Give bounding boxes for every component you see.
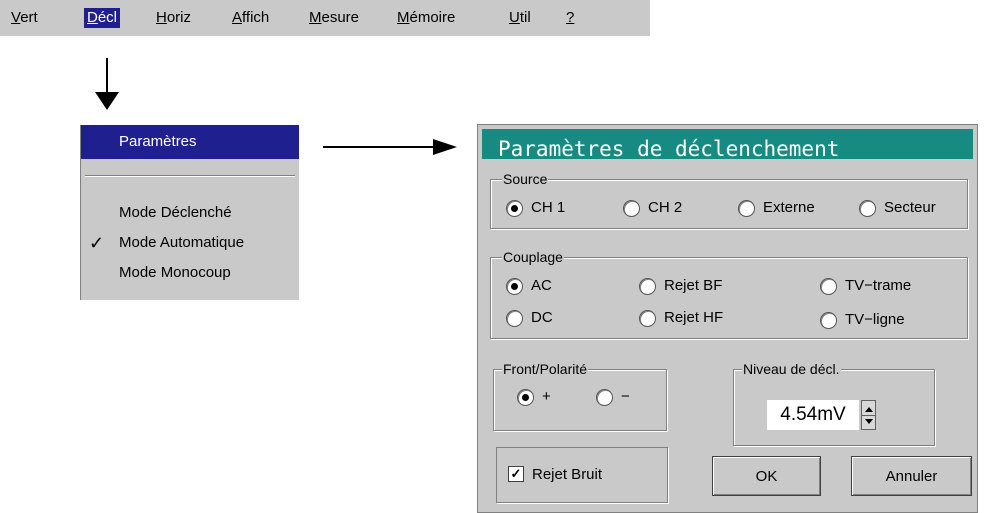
- menu-item-mode-monocoup-label: Mode Monocoup: [119, 264, 231, 281]
- spin-divider: [862, 415, 875, 416]
- radio-selected-icon: [506, 277, 523, 295]
- menu-item-mode-declenche-label: Mode Déclenché: [119, 204, 232, 221]
- radio-icon: [820, 311, 837, 329]
- radio-couplage-tv-ligne[interactable]: TV−ligne: [820, 309, 905, 331]
- radio-couplage-rejet-bf[interactable]: Rejet BF: [639, 275, 722, 297]
- radio-source-ch2[interactable]: CH 2: [623, 197, 682, 219]
- radio-couplage-tv-trame-label: TV−trame: [845, 277, 912, 294]
- menu-memoire-mnemonic: M: [397, 9, 410, 26]
- radio-couplage-tv-ligne-label: TV−ligne: [845, 311, 905, 328]
- menu-horiz[interactable]: Horiz: [153, 8, 194, 28]
- radio-couplage-ac[interactable]: AC: [506, 275, 552, 297]
- radio-icon: [596, 388, 613, 406]
- niveau-spin-button[interactable]: [861, 400, 876, 430]
- radio-front-minus-label: −: [621, 388, 630, 405]
- spin-down-icon[interactable]: [865, 419, 873, 424]
- radio-icon: [820, 277, 837, 295]
- radio-front-minus[interactable]: −: [596, 386, 630, 408]
- front-polarite-label: Front/Polarité: [502, 361, 589, 377]
- arrow-down-shaft: [106, 58, 108, 94]
- menu-item-mode-automatique-label: Mode Automatique: [119, 234, 245, 251]
- radio-couplage-tv-trame[interactable]: TV−trame: [820, 275, 911, 297]
- radio-selected-icon: [517, 388, 534, 406]
- dialog-title: Paramètres de déclenchement: [482, 129, 973, 159]
- rejet-bruit-label: Rejet Bruit: [532, 466, 603, 483]
- niveau-value-field[interactable]: 4.54mV: [767, 400, 859, 430]
- ok-button[interactable]: OK: [712, 456, 821, 496]
- radio-source-externe[interactable]: Externe: [738, 197, 815, 219]
- menu-mesure-label: esure: [321, 9, 360, 26]
- menu-horiz-label: oriz: [166, 9, 192, 26]
- niveau-label: Niveau de décl.: [742, 361, 841, 377]
- radio-couplage-ac-label: AC: [531, 277, 552, 294]
- menu-affich-label: ffich: [242, 9, 270, 26]
- trigger-parameters-dialog: Paramètres de déclenchement Source CH 1 …: [477, 124, 978, 513]
- radio-front-plus[interactable]: +: [517, 386, 551, 408]
- radio-selected-icon: [506, 199, 523, 217]
- menu-item-parametres[interactable]: Paramètres: [81, 125, 299, 159]
- menu-vert-mnemonic: V: [11, 9, 21, 26]
- menu-mesure-mnemonic: M: [309, 9, 322, 26]
- radio-source-ch1-label: CH 1: [531, 199, 566, 216]
- couplage-label: Couplage: [502, 249, 564, 265]
- radio-front-plus-label: +: [542, 388, 551, 405]
- radio-couplage-rejet-hf[interactable]: Rejet HF: [639, 307, 723, 329]
- radio-couplage-rejet-hf-label: Rejet HF: [664, 309, 724, 326]
- menu-util-mnemonic: U: [509, 9, 520, 26]
- menu-item-mode-automatique[interactable]: ✓ Mode Automatique: [81, 228, 299, 258]
- menu-affich[interactable]: Affich: [229, 8, 272, 28]
- menu-horiz-mnemonic: H: [156, 9, 167, 26]
- source-label: Source: [502, 171, 549, 187]
- menu-memoire[interactable]: Mémoire: [394, 8, 458, 28]
- menu-help-mnemonic: ?: [566, 9, 575, 26]
- arrow-right-icon: [433, 139, 457, 155]
- radio-couplage-dc-label: DC: [531, 309, 553, 326]
- menu-decl[interactable]: Décl: [84, 8, 121, 28]
- menu-item-mode-declenche[interactable]: Mode Déclenché: [81, 198, 299, 228]
- menu-vert[interactable]: Vert: [8, 8, 41, 28]
- menu-memoire-label: émoire: [409, 9, 456, 26]
- menu-mesure[interactable]: Mesure: [306, 8, 362, 28]
- radio-icon: [859, 199, 876, 217]
- radio-source-secteur[interactable]: Secteur: [859, 197, 936, 219]
- radio-source-ch2-label: CH 2: [648, 199, 683, 216]
- menu-decl-mnemonic: D: [87, 9, 98, 26]
- checkmark-icon: ✓: [89, 233, 105, 253]
- cancel-button[interactable]: Annuler: [851, 456, 972, 496]
- radio-icon: [639, 309, 656, 327]
- menu-separator: [85, 175, 295, 177]
- radio-icon: [639, 277, 656, 295]
- menu-bar: Vert Décl Horiz Affich Mesure Mémoire Ut…: [0, 0, 650, 36]
- menu-item-mode-monocoup[interactable]: Mode Monocoup: [81, 258, 299, 288]
- radio-source-externe-label: Externe: [763, 199, 815, 216]
- menu-vert-label: ert: [20, 9, 38, 26]
- menu-decl-label: écl: [97, 9, 118, 26]
- menu-affich-mnemonic: A: [232, 9, 243, 26]
- radio-source-secteur-label: Secteur: [884, 199, 936, 216]
- checkbox-checked-icon: ✓: [508, 466, 524, 483]
- radio-couplage-dc[interactable]: DC: [506, 307, 553, 329]
- menu-item-parametres-label: Paramètres: [119, 133, 197, 150]
- spin-up-icon[interactable]: [865, 407, 873, 412]
- radio-source-ch1[interactable]: CH 1: [506, 197, 565, 219]
- menu-help[interactable]: ?: [563, 8, 577, 28]
- radio-icon: [623, 199, 640, 217]
- radio-icon: [738, 199, 755, 217]
- arrow-down-icon: [95, 92, 119, 110]
- radio-couplage-rejet-bf-label: Rejet BF: [664, 277, 723, 294]
- menu-util[interactable]: Util: [506, 8, 534, 28]
- menu-util-label: til: [519, 9, 531, 26]
- rejet-bruit-checkbox[interactable]: ✓ Rejet Bruit: [508, 464, 602, 486]
- arrow-right-shaft: [323, 146, 435, 148]
- radio-icon: [506, 309, 523, 327]
- decl-dropdown-menu: Paramètres Mode Déclenché ✓ Mode Automat…: [80, 125, 299, 300]
